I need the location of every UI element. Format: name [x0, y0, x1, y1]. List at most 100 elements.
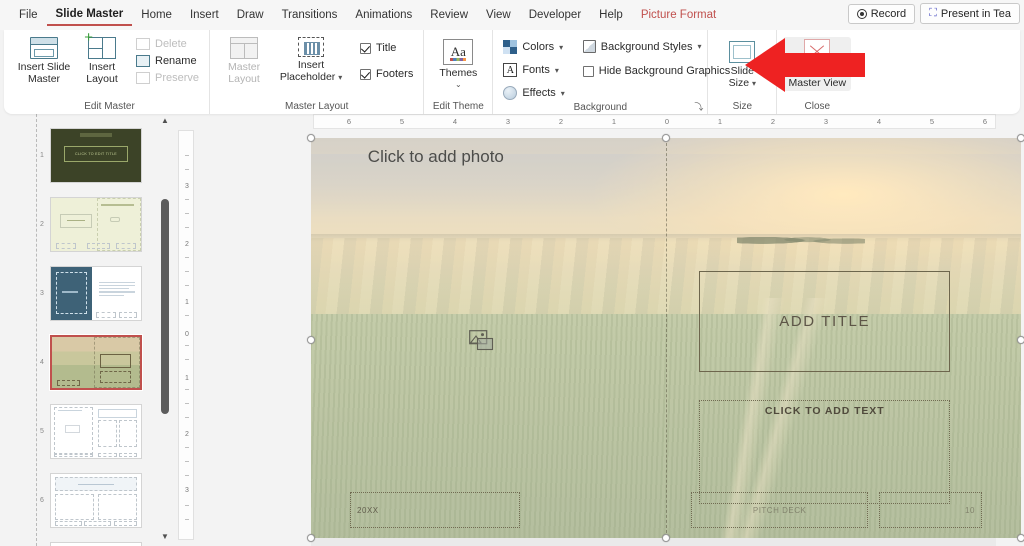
thumbnail-guide-line [36, 114, 37, 546]
themes-button[interactable]: Aa Themes ⌄ [430, 37, 486, 93]
footers-checkbox-row[interactable]: Footers [356, 67, 417, 81]
tab-transitions[interactable]: Transitions [273, 5, 347, 25]
group-label-size: Size [732, 101, 753, 112]
horizontal-scrollbar[interactable] [311, 538, 996, 546]
colors-chevron-down-icon[interactable]: ▾ [559, 43, 563, 52]
preserve-icon [136, 72, 150, 84]
hide-background-graphics-checkbox[interactable] [582, 65, 594, 77]
body-text-placeholder[interactable]: CLICK TO ADD TEXT [699, 400, 950, 504]
preserve-label: Preserve [155, 72, 200, 84]
thumbnail-number-3: 3 [40, 290, 44, 297]
insert-slide-master-label-2: Master [27, 73, 61, 85]
slide-canvas-container[interactable]: Click to add photo ADD TITLE CLICK TO AD… [307, 134, 1024, 542]
effects-label: Effects [522, 87, 556, 99]
themes-chevron-down-icon[interactable]: ⌄ [455, 79, 462, 91]
tab-developer[interactable]: Developer [520, 5, 590, 25]
fonts-label: Fonts [522, 64, 550, 76]
colors-label: Colors [522, 41, 555, 53]
footer-center-placeholder[interactable]: PITCH DECK [690, 492, 869, 528]
thumbnail-number-6: 6 [40, 497, 44, 504]
selection-handle-top-right[interactable] [1017, 134, 1024, 142]
scroll-up-arrow-icon[interactable]: ▲ [160, 116, 170, 126]
rename-master-button[interactable]: Rename [132, 54, 203, 68]
hruler-tick-2l: 2 [558, 117, 564, 126]
tab-help[interactable]: Help [590, 5, 632, 25]
record-label: Record [870, 7, 907, 20]
thumbnail-layout-2[interactable] [50, 197, 142, 252]
tab-draw[interactable]: Draw [228, 5, 273, 25]
selection-handle-top-center[interactable] [662, 134, 670, 142]
preserve-master-button[interactable]: Preserve [132, 71, 203, 85]
title-checkbox[interactable] [360, 42, 372, 54]
record-button[interactable]: Record [847, 3, 916, 24]
vruler-tick-0: 0 [185, 331, 189, 338]
workspace: CLICK TO EDIT TITLE 1 2 3 4 5 6 ▲ ▼ 3 2 … [0, 114, 1024, 546]
tab-animations[interactable]: Animations [346, 5, 421, 25]
thumbnail-scrollbar[interactable]: ▲ ▼ [158, 114, 172, 546]
vruler-tick-2a: 2 [185, 241, 189, 248]
footer-slide-number-placeholder[interactable]: 10 [879, 492, 982, 528]
insert-layout-label-2: Layout [86, 73, 118, 85]
tab-home[interactable]: Home [132, 5, 181, 25]
tab-insert[interactable]: Insert [181, 5, 228, 25]
selection-handle-bottom-center[interactable] [662, 534, 670, 542]
group-label-edit-theme: Edit Theme [432, 101, 484, 112]
insert-slide-master-button[interactable]: Insert Slide Master [16, 35, 72, 87]
slide-canvas[interactable]: Click to add photo ADD TITLE CLICK TO AD… [311, 138, 1021, 538]
footers-checkbox[interactable] [360, 68, 372, 80]
selection-handle-bottom-left[interactable] [307, 534, 315, 542]
thumbnail-layout-7[interactable] [50, 542, 142, 546]
selection-handle-middle-left[interactable] [307, 336, 315, 344]
colors-button[interactable]: Colors ▾ [499, 39, 568, 55]
scrollbar-thumb[interactable] [161, 199, 169, 414]
hruler-tick-3r: 3 [823, 117, 829, 126]
insert-layout-button[interactable]: + Insert Layout [74, 30, 130, 87]
background-styles-label: Background Styles [600, 40, 693, 53]
effects-chevron-down-icon[interactable]: ▾ [561, 89, 565, 98]
group-label-background: Background [573, 102, 628, 113]
thumbnail-layout-5[interactable] [50, 404, 142, 459]
background-styles-chevron-down-icon[interactable]: ▾ [698, 42, 702, 51]
effects-button[interactable]: Effects ▾ [499, 85, 568, 101]
present-in-teams-button[interactable]: ⛶ Present in Tea [920, 3, 1020, 24]
photo-placeholder-label[interactable]: Click to add photo [368, 147, 504, 167]
hruler-tick-5r: 5 [929, 117, 935, 126]
selection-handle-middle-right[interactable] [1017, 336, 1024, 344]
selection-handle-top-left[interactable] [307, 134, 315, 142]
thumbnail-layout-6[interactable] [50, 473, 142, 528]
master-layout-button[interactable]: Master Layout [216, 35, 272, 87]
footer-date-placeholder[interactable]: 20XX [350, 492, 521, 528]
background-dialog-launcher-icon[interactable]: ⤵ [694, 100, 703, 113]
thumbnail-1-title: CLICK TO EDIT TITLE [75, 152, 117, 157]
title-placeholder[interactable]: ADD TITLE [699, 270, 950, 373]
title-checkbox-row[interactable]: Title [356, 41, 417, 55]
vruler-tick-3b: 3 [185, 487, 189, 494]
thumbnail-slide-master[interactable]: CLICK TO EDIT TITLE [50, 128, 142, 183]
hruler-tick-1l: 1 [611, 117, 617, 126]
tab-review[interactable]: Review [421, 5, 477, 25]
selection-handle-bottom-right[interactable] [1017, 534, 1024, 542]
picture-placeholder-icon[interactable] [469, 330, 495, 351]
tab-view[interactable]: View [477, 5, 520, 25]
thumbnail-layout-3[interactable] [50, 266, 142, 321]
thumbnail-layout-4-selected[interactable] [50, 335, 142, 390]
title-placeholder-text: ADD TITLE [779, 313, 871, 331]
insert-placeholder-label-1: Insert [297, 59, 325, 71]
tab-picture-format[interactable]: Picture Format [632, 5, 725, 25]
tab-file[interactable]: File [10, 5, 47, 25]
tab-slide-master[interactable]: Slide Master [46, 4, 133, 26]
delete-master-button[interactable]: Delete [132, 37, 203, 51]
vruler-tick-3a: 3 [185, 183, 189, 190]
effects-icon [503, 86, 518, 100]
fonts-button[interactable]: A Fonts ▾ [499, 62, 568, 78]
hruler-tick-3l: 3 [505, 117, 511, 126]
themes-label: Themes [439, 67, 478, 79]
insert-placeholder-label-2-text: Placeholder [279, 71, 336, 83]
scroll-down-arrow-icon[interactable]: ▼ [160, 532, 170, 542]
footer-slide-number-text: 10 [965, 505, 975, 515]
slide-thumbnails-pane[interactable]: CLICK TO EDIT TITLE 1 2 3 4 5 6 [0, 114, 155, 546]
fonts-chevron-down-icon[interactable]: ▾ [555, 66, 559, 75]
chevron-down-icon[interactable]: ▾ [338, 73, 342, 82]
vruler-tick-1a: 1 [185, 299, 189, 306]
insert-placeholder-button[interactable]: Insert Placeholder ▾ [274, 35, 348, 86]
